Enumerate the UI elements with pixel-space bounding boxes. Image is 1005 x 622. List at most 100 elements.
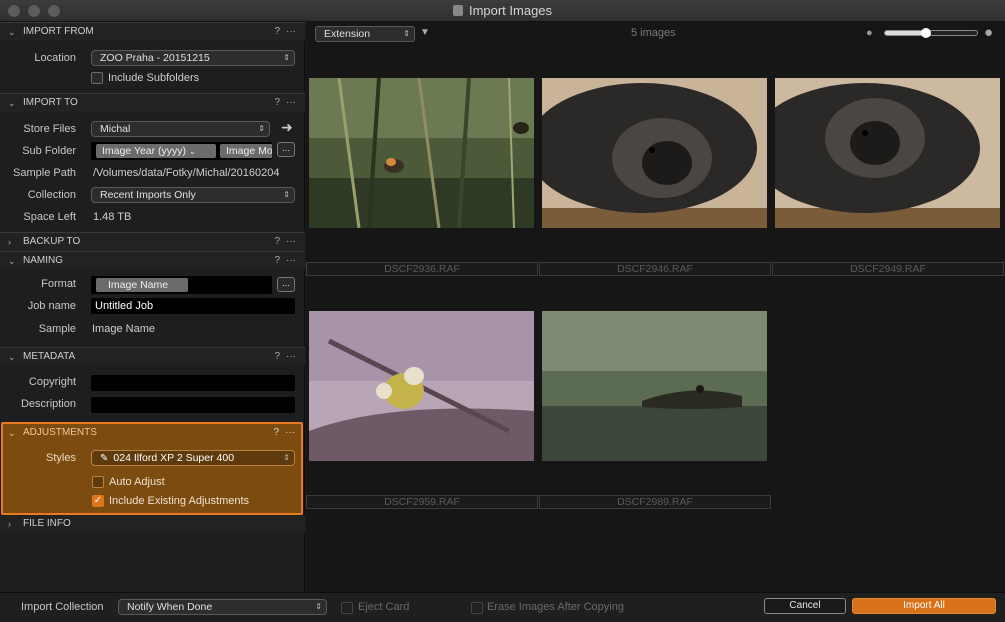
auto-adjust-checkbox[interactable] [92, 476, 104, 488]
chevron-down-icon: ⌄ [8, 98, 16, 108]
more-icon[interactable]: ··· [286, 23, 296, 41]
erase-images-label: Erase Images After Copying [487, 601, 624, 613]
chevron-down-icon: ⌄ [188, 147, 196, 156]
sample-value: Image Name [92, 323, 155, 335]
help-icon[interactable]: ? [273, 424, 279, 442]
image-thumbnail[interactable] [775, 78, 1000, 228]
sub-folder-token-field[interactable]: Image Year (yyyy) ⌄ Image Mo [91, 142, 272, 160]
image-thumbnail[interactable] [542, 78, 767, 228]
location-label: Location [34, 52, 76, 64]
copyright-input[interactable] [91, 375, 295, 391]
zoom-window-button[interactable] [48, 5, 60, 17]
bird-on-grass-photo [309, 78, 534, 228]
section-title: METADATA [23, 351, 76, 362]
eject-card-label: Eject Card [358, 601, 410, 613]
more-icon[interactable]: ··· [286, 252, 296, 270]
small-thumbnail-icon: ● [866, 27, 873, 39]
updown-arrows-icon: ⇕ [403, 29, 410, 38]
more-icon[interactable]: ··· [286, 348, 296, 366]
collection-select[interactable]: Recent Imports Only ⇕ [91, 187, 295, 203]
section-title: IMPORT TO [23, 97, 78, 108]
sample-label: Sample [38, 323, 76, 335]
format-token-image-name[interactable]: Image Name [96, 278, 188, 292]
sub-folder-token-month[interactable]: Image Mo [220, 144, 272, 158]
help-icon[interactable]: ? [274, 94, 280, 112]
sort-value: Extension [324, 28, 371, 40]
sample-path-value: /Volumes/data/Fotky/Michal/20160204 [93, 167, 280, 179]
chevron-right-icon: › [8, 519, 11, 529]
sub-folder-browse-button[interactable]: ... [277, 142, 295, 157]
updown-arrows-icon: ⇕ [283, 53, 290, 62]
adjustments-header[interactable]: ⌄ ADJUSTMENTS ? ··· [3, 424, 301, 442]
location-value: ZOO Praha - 20151215 [100, 52, 210, 64]
sort-select[interactable]: Extension ⇕ [315, 26, 415, 42]
import-collection-label: Import Collection [21, 601, 104, 613]
import-to-header[interactable]: ⌄ IMPORT TO ? ··· [0, 93, 305, 112]
include-subfolders-checkbox[interactable] [91, 72, 103, 84]
chevron-down-icon: ⌄ [8, 27, 16, 37]
section-title: IMPORT FROM [23, 26, 94, 37]
import-settings-panel: ⌄ IMPORT FROM ? ··· Location ZOO Praha -… [0, 22, 305, 592]
import-all-button[interactable]: Import All [852, 598, 996, 614]
image-count: 5 images [631, 27, 676, 39]
image-thumbnail[interactable] [542, 311, 767, 461]
format-browse-button[interactable]: ... [277, 277, 295, 292]
image-thumbnail[interactable] [309, 78, 534, 228]
styles-value: 024 Ilford XP 2 Super 400 [113, 452, 235, 464]
slider-knob[interactable] [921, 28, 931, 38]
backup-to-header[interactable]: › BACKUP TO ? ··· [0, 232, 305, 251]
description-input[interactable] [91, 397, 295, 413]
eject-card-checkbox[interactable] [341, 602, 353, 614]
thumbnail-size-slider[interactable] [884, 28, 978, 38]
location-select[interactable]: ZOO Praha - 20151215 ⇕ [91, 50, 295, 66]
include-existing-adjustments-checkbox[interactable]: ✓ [92, 495, 104, 507]
footer-bar: Import Collection Notify When Done ⇕ Eje… [0, 592, 1005, 622]
job-name-input[interactable]: Untitled Job [91, 298, 295, 314]
crocodile-photo [542, 311, 767, 461]
minimize-window-button[interactable] [28, 5, 40, 17]
file-info-header[interactable]: › FILE INFO [0, 515, 305, 534]
styles-select[interactable]: ✎ 024 Ilford XP 2 Super 400 ⇕ [91, 450, 295, 466]
space-left-label: Space Left [23, 211, 76, 223]
help-icon[interactable]: ? [274, 23, 280, 41]
sub-folder-label: Sub Folder [22, 145, 76, 157]
include-subfolders-label: Include Subfolders [108, 72, 200, 84]
format-label: Format [41, 278, 76, 290]
metadata-header[interactable]: ⌄ METADATA ? ··· [0, 347, 305, 366]
more-icon[interactable]: ··· [286, 233, 296, 251]
help-icon[interactable]: ? [274, 233, 280, 251]
help-icon[interactable]: ? [274, 252, 280, 270]
sort-direction-icon[interactable]: ▼ [420, 27, 430, 38]
store-files-label: Store Files [23, 123, 76, 135]
brush-icon: ✎ [100, 453, 109, 464]
more-icon[interactable]: ··· [286, 94, 296, 112]
styles-label: Styles [46, 452, 76, 464]
help-icon[interactable]: ? [274, 348, 280, 366]
more-icon[interactable]: ··· [285, 424, 295, 442]
section-title: FILE INFO [23, 518, 71, 529]
sub-folder-token-year[interactable]: Image Year (yyyy) ⌄ [96, 144, 216, 158]
cancel-button[interactable]: Cancel [764, 598, 846, 614]
auto-adjust-label: Auto Adjust [109, 476, 165, 488]
image-caption: DSCF2936.RAF [306, 262, 538, 276]
notify-select[interactable]: Notify When Done ⇕ [118, 599, 327, 615]
window-title: Import Images [468, 3, 553, 18]
import-from-header[interactable]: ⌄ IMPORT FROM ? ··· [0, 22, 305, 41]
updown-arrows-icon: ⇕ [258, 124, 265, 133]
app-icon [452, 5, 463, 16]
chevron-down-icon: ⌄ [8, 428, 16, 438]
naming-header[interactable]: ⌄ NAMING ? ··· [0, 251, 305, 270]
include-existing-adjustments-label: Include Existing Adjustments [109, 495, 250, 507]
image-caption: DSCF2989.RAF [539, 495, 771, 509]
arrow-right-icon[interactable]: ➜ [281, 119, 293, 136]
chevron-right-icon: › [8, 237, 11, 247]
store-files-select[interactable]: Michal ⇕ [91, 121, 270, 137]
erase-images-checkbox[interactable] [471, 602, 483, 614]
format-token-field[interactable]: Image Name [91, 276, 272, 294]
close-window-button[interactable] [8, 5, 20, 17]
token-label: Image Year (yyyy) [102, 145, 187, 157]
title-bar: Import Images [0, 0, 1005, 22]
large-thumbnail-icon: ● [984, 24, 994, 41]
image-thumbnail[interactable] [309, 311, 534, 461]
collection-label: Collection [27, 189, 76, 201]
